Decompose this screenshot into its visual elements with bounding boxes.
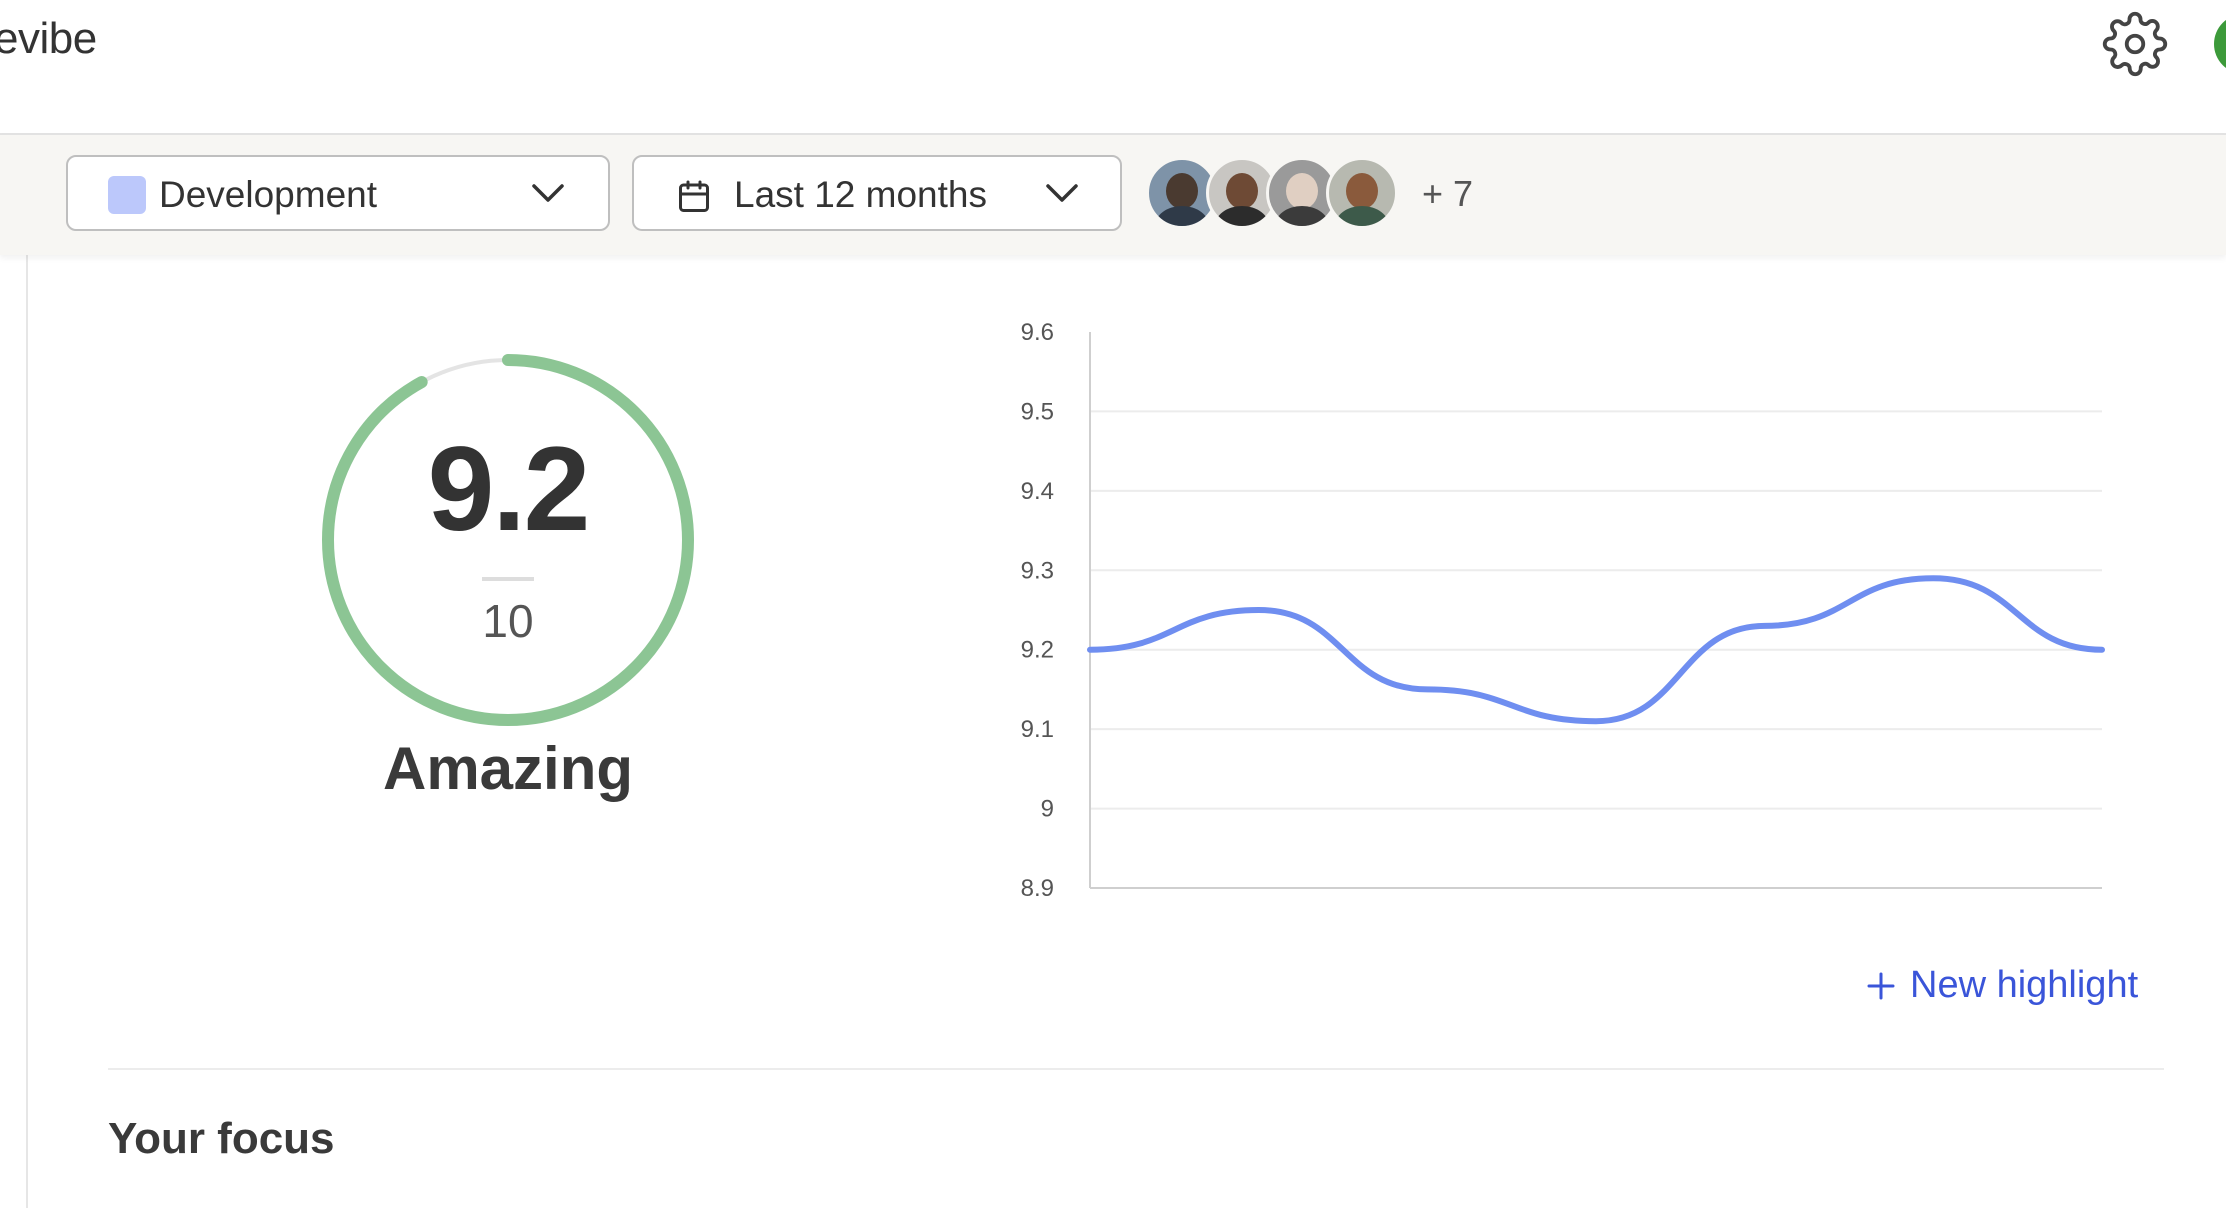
score-rating: Amazing <box>382 735 634 802</box>
new-highlight-button[interactable]: New highlight <box>1866 964 2138 1007</box>
brand-logo[interactable]: evibe <box>0 14 97 64</box>
member-avatar[interactable] <box>1326 157 1398 229</box>
chevron-down-icon <box>532 184 564 202</box>
y-tick-label: 9.4 <box>1021 478 1054 505</box>
date-range-dropdown[interactable]: Last 12 months <box>632 155 1122 231</box>
y-tick-label: 9.2 <box>1021 637 1054 664</box>
y-tick-label: 9.1 <box>1021 716 1054 743</box>
date-range-label: Last 12 months <box>734 174 987 215</box>
team-dropdown-label: Development <box>159 174 378 215</box>
team-dropdown[interactable]: Development <box>66 155 610 231</box>
gear-icon[interactable] <box>2102 11 2168 77</box>
team-color-swatch <box>108 176 146 214</box>
filter-bar: Development Last 12 months + 7 <box>0 135 2226 255</box>
new-highlight-label: New highlight <box>1910 964 2139 1006</box>
score-value: 9.2 <box>427 422 591 556</box>
focus-section-title: Your focus <box>108 1114 335 1163</box>
top-bar: evibe <box>0 0 2226 135</box>
y-tick-label: 9.3 <box>1021 557 1054 584</box>
y-tick-label: 9 <box>1041 796 1054 823</box>
chevron-down-icon <box>1046 184 1078 202</box>
calendar-icon <box>679 180 709 212</box>
more-members-count[interactable]: + 7 <box>1422 173 1473 215</box>
score-max: 10 <box>482 595 534 647</box>
y-tick-label: 9.5 <box>1021 398 1054 425</box>
plus-icon <box>1867 972 1895 999</box>
y-tick-label: 8.9 <box>1021 875 1054 900</box>
score-divider <box>482 577 534 581</box>
user-avatar[interactable] <box>2214 14 2226 74</box>
section-divider <box>108 1068 2164 1070</box>
score-trend-chart: 9.69.59.49.39.29.198.9Jul 18Sep 16Nov 15… <box>1021 320 2105 900</box>
y-tick-label: 9.6 <box>1021 320 1054 346</box>
content-border <box>26 255 28 1208</box>
